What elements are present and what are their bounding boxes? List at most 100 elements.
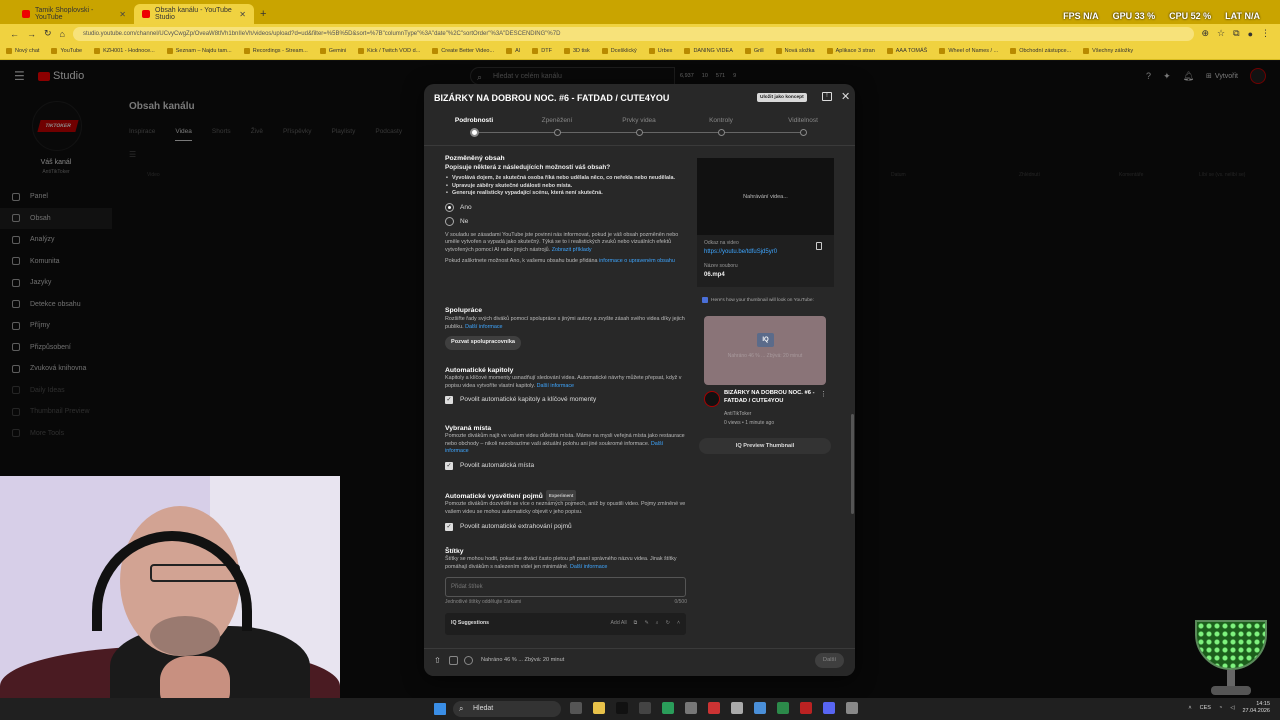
copy-icon[interactable]	[816, 242, 822, 250]
bookmark-item[interactable]: Create Better Video...	[432, 48, 494, 54]
bookmark-item[interactable]: Aplikace 3 stran	[826, 48, 875, 54]
bookmark-item[interactable]: Obchodní zástupce...	[1010, 48, 1071, 54]
tags-meta: Jednotlivé štítky oddělujte čárkami 0/50…	[445, 599, 687, 607]
taskbar-app-icon[interactable]	[662, 702, 674, 714]
bookmark-item[interactable]: YouTube	[51, 48, 82, 54]
feedback-icon[interactable]: !	[822, 92, 832, 101]
bookmark-item[interactable]: Nová složka	[775, 48, 815, 54]
taskbar-app-icon[interactable]	[639, 702, 651, 714]
copy-icon[interactable]: ⧉	[634, 620, 638, 628]
step-monetization[interactable]: Zpeněžení	[517, 117, 597, 124]
step-checks[interactable]: Kontroly	[681, 117, 761, 124]
learn-more-link[interactable]: Další informace	[465, 324, 502, 330]
back-icon[interactable]: ←	[10, 29, 19, 39]
add-all-button[interactable]: Add All	[610, 620, 626, 628]
step-video-elements[interactable]: Prvky videa	[599, 117, 679, 124]
chapters-checkbox-row[interactable]: ✓ Povolit automatické kapitoly a klíčové…	[445, 396, 687, 404]
search-icon[interactable]: ⌕	[656, 620, 659, 628]
invite-collaborator-button[interactable]: Pozvat spolupracovníka	[445, 336, 522, 350]
bookmark-item[interactable]: Wheel of Names / ...	[939, 48, 998, 54]
language-indicator[interactable]: CES	[1200, 705, 1211, 711]
concepts-checkbox-row[interactable]: ✓ Povolit automatické extrahování pojmů	[445, 523, 687, 531]
bookmark-item[interactable]: DANING VIDEA	[684, 48, 733, 54]
bookmark-icon	[1010, 48, 1017, 54]
step-details[interactable]: Podrobnosti	[434, 117, 514, 124]
zoom-icon[interactable]: ⊕	[1202, 28, 1210, 39]
step-dot	[553, 129, 561, 136]
bookmark-item[interactable]: AI	[506, 48, 520, 54]
checkbox-checked[interactable]: ✓	[445, 396, 453, 404]
taskbar-app-icon[interactable]	[708, 702, 720, 714]
bookmark-item[interactable]: Recordings - Stream...	[243, 48, 308, 54]
menu-icon[interactable]: ⋮	[1261, 28, 1270, 39]
bookmark-item[interactable]: DTF	[532, 48, 552, 54]
collapse-icon[interactable]: ˄	[677, 620, 680, 628]
taskbar-app-icon[interactable]	[593, 702, 605, 714]
more-icon[interactable]: ⋮	[820, 390, 827, 398]
new-tab-icon[interactable]: +	[254, 8, 272, 24]
save-draft-badge[interactable]: Uložit jako koncept	[757, 93, 807, 102]
close-icon[interactable]: ✕	[239, 10, 246, 19]
windows-start-icon[interactable]	[434, 703, 446, 715]
preview-thumbnail-button[interactable]: IQ Preview Thumbnail	[699, 438, 831, 454]
bookmark-item[interactable]: Nový chat	[6, 48, 39, 54]
radio-button[interactable]	[445, 217, 454, 226]
profile-icon[interactable]: ●	[1248, 29, 1253, 39]
taskbar-app-icon[interactable]	[754, 702, 766, 714]
learn-more-link[interactable]: Další informace	[570, 564, 607, 570]
taskbar-app-icon[interactable]	[846, 702, 858, 714]
browser-tab[interactable]: Tamik Shoplovski - YouTube ✕	[14, 4, 134, 24]
thumbnail-preview[interactable]: IQ Nahráno 46 % ... Zbývá: 20 minut	[704, 316, 826, 385]
checkbox-checked[interactable]: ✓	[445, 523, 453, 531]
bookmark-star-icon[interactable]: ☆	[1217, 28, 1225, 39]
bookmark-icon	[648, 48, 655, 54]
extension-icon	[702, 297, 708, 303]
address-bar[interactable]: studio.youtube.com/channel/UCvyCwgZp/Ove…	[72, 26, 1194, 41]
close-icon[interactable]: ✕	[841, 90, 850, 103]
taskbar-search[interactable]: ⌕ Hledat	[453, 701, 561, 717]
reload-icon[interactable]: ↻	[44, 28, 52, 39]
taskbar-app-icon[interactable]	[570, 702, 582, 714]
taskbar-app-icon[interactable]	[777, 702, 789, 714]
learn-more-link[interactable]: Další informace	[537, 383, 574, 389]
checkbox-checked[interactable]: ✓	[445, 461, 453, 470]
wifi-icon[interactable]: ◔	[1219, 705, 1222, 711]
taskbar-app-icon[interactable]	[823, 702, 835, 714]
tray-chevron-icon[interactable]: ˄	[1188, 705, 1191, 711]
extensions-icon[interactable]: ⧉	[1233, 28, 1239, 39]
taskbar-app-icon[interactable]	[731, 702, 743, 714]
next-button[interactable]: Další	[815, 653, 844, 668]
altered-info-link[interactable]: informace o upraveném obsahu	[599, 258, 675, 264]
forward-icon[interactable]: →	[27, 29, 36, 39]
radio-button-selected[interactable]	[445, 203, 454, 212]
step-visibility[interactable]: Viditelnost	[763, 117, 843, 124]
video-link[interactable]: https://youtu.be/tdfuSjd5yr0	[704, 249, 777, 255]
taskbar-app-icon[interactable]	[685, 702, 697, 714]
taskbar-app-icon[interactable]	[800, 702, 812, 714]
bookmark-item[interactable]: Grill	[744, 48, 764, 54]
bookmark-item[interactable]: Kick / Twitch VOD d...	[358, 48, 420, 54]
examples-link[interactable]: Zobrazit příklady	[552, 247, 592, 253]
taskbar-app-icon[interactable]	[616, 702, 628, 714]
browser-tab-active[interactable]: Obsah kanálu - YouTube Studio ✕	[134, 4, 254, 24]
edit-icon[interactable]: ✎	[644, 620, 648, 628]
radio-yes[interactable]: Ano	[445, 201, 687, 215]
radio-no[interactable]: Ne	[445, 215, 687, 229]
bookmark-item[interactable]: Urbex	[648, 48, 672, 54]
volume-icon[interactable]: ◁	[1230, 705, 1234, 711]
bookmark-item[interactable]: Gemini	[319, 48, 346, 54]
close-icon[interactable]: ✕	[119, 10, 126, 19]
bookmark-icon	[886, 48, 893, 54]
places-checkbox-row[interactable]: ✓ Povolit automatická místa	[445, 461, 687, 470]
bookmark-item[interactable]: Dcešklický	[601, 48, 637, 54]
tags-input[interactable]: Přidat štítek	[445, 577, 686, 597]
refresh-icon[interactable]: ↻	[666, 620, 670, 628]
bookmark-item[interactable]: 3D tisk	[563, 48, 590, 54]
home-icon[interactable]: ⌂	[60, 29, 65, 39]
clock[interactable]: 14:15 27.04.2026	[1242, 701, 1270, 715]
bookmark-item[interactable]: AAA TOMÁŠ	[886, 48, 927, 54]
bookmark-item[interactable]: Seznam – Najdu tam...	[166, 48, 232, 54]
dialog-scrollbar[interactable]	[851, 414, 854, 514]
bookmark-item[interactable]: Všechny záložky	[1083, 48, 1133, 54]
bookmark-item[interactable]: KZH001 - Hodnoce...	[94, 48, 155, 54]
